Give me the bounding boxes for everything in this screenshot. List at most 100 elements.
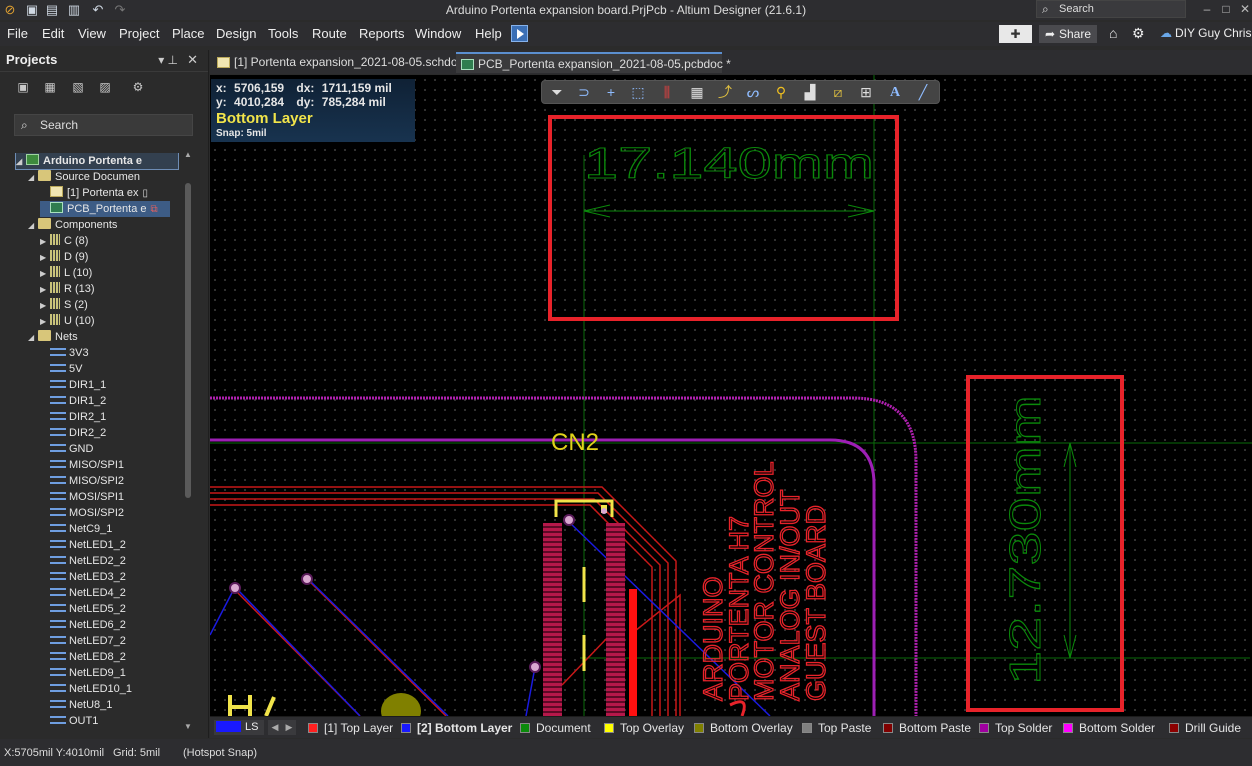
run-script-icon[interactable] [511, 25, 528, 42]
tree-item[interactable]: NetC9_1 [40, 521, 112, 537]
tree-item[interactable]: DIR1_2 [40, 393, 106, 409]
collapsed-arrow-icon[interactable]: ▶ [40, 298, 50, 314]
tree-item[interactable]: MOSI/SPI2 [40, 505, 124, 521]
polygon-icon[interactable]: ▟ [799, 83, 821, 102]
expanded-arrow-icon[interactable]: ◢ [28, 218, 38, 234]
copy-icon[interactable]: ▦ [42, 80, 58, 94]
maximize-button[interactable]: □ [1219, 2, 1233, 16]
pcb-canvas[interactable]: 17.140mm 12.730mm CN2 ARDUINO PORTENTA H… [210, 75, 1252, 716]
layer-tab[interactable]: Bottom Solder [1063, 720, 1155, 736]
layer-prev-icon[interactable]: ◀ [268, 720, 282, 735]
tree-item[interactable]: MISO/SPI1 [40, 457, 124, 473]
collapsed-arrow-icon[interactable]: ▶ [40, 266, 50, 282]
tree-item[interactable]: NetLED9_1 [40, 665, 126, 681]
tree-item[interactable]: NetLED10_1 [40, 681, 132, 697]
collapsed-arrow-icon[interactable]: ▶ [40, 314, 50, 330]
tree-item[interactable]: ▶ R (13) [40, 281, 95, 297]
tree-item[interactable]: MISO/SPI2 [40, 473, 124, 489]
menu-reports[interactable]: Reports [359, 26, 405, 41]
tree-item[interactable]: NetU8_1 [40, 697, 112, 713]
tree-item[interactable]: [1] Portenta ex ▯ [40, 185, 148, 201]
tree-item[interactable]: NetLED6_2 [40, 617, 126, 633]
menu-project[interactable]: Project [119, 26, 159, 41]
menu-design[interactable]: Design [216, 26, 256, 41]
dimension-icon[interactable]: ⊞ [855, 83, 877, 102]
menu-edit[interactable]: Edit [42, 26, 64, 41]
menu-route[interactable]: Route [312, 26, 347, 41]
tree-item[interactable]: GND [40, 441, 93, 457]
layer-tab[interactable]: Drill Guide [1169, 720, 1241, 736]
home-icon[interactable]: ⌂ [1109, 25, 1117, 41]
save-project-icon[interactable]: ▣ [15, 80, 31, 94]
panel-close-icon[interactable]: ✕ [187, 50, 198, 70]
project-tree-scrollbar[interactable]: ▲ ▼ [184, 150, 192, 731]
gear-icon[interactable]: ⚙ [1132, 25, 1145, 42]
collapsed-arrow-icon[interactable]: ▶ [40, 234, 50, 250]
line-icon[interactable]: ╱ [912, 83, 934, 102]
layer-set-button[interactable]: LS [214, 720, 264, 735]
tree-item[interactable]: 3V3 [40, 345, 89, 361]
scroll-up-icon[interactable]: ▲ [184, 150, 192, 159]
comment-button[interactable]: ✚ [999, 25, 1032, 43]
tree-item[interactable]: ◢ Nets [28, 329, 78, 345]
menu-file[interactable]: File [7, 26, 28, 41]
tree-item[interactable]: PCB_Portenta e ⧉ [40, 201, 170, 217]
tree-item[interactable]: 5V [40, 361, 82, 377]
select-connected-icon[interactable]: ⊃ [573, 83, 595, 102]
text-icon[interactable]: A [884, 83, 906, 102]
expanded-arrow-icon[interactable]: ◢ [16, 154, 26, 170]
expanded-arrow-icon[interactable]: ◢ [28, 330, 38, 346]
layer-next-icon[interactable]: ▶ [282, 720, 296, 735]
layer-tab[interactable]: Top Paste [802, 720, 871, 736]
layer-tab[interactable]: [2] Bottom Layer [401, 720, 512, 736]
tree-item[interactable]: OUT1 [40, 713, 98, 728]
tree-item[interactable]: DIR1_1 [40, 377, 106, 393]
share-button[interactable]: ➦ Share [1039, 25, 1097, 43]
close-window-button[interactable]: ✕ [1238, 2, 1252, 16]
tree-item[interactable]: ▶ S (2) [40, 297, 88, 313]
layer-tab[interactable]: [1] Top Layer [308, 720, 393, 736]
collapsed-arrow-icon[interactable]: ▶ [40, 282, 50, 298]
tab-pcbdoc[interactable]: PCB_Portenta expansion_2021-08-05.pcbdoc… [456, 52, 731, 73]
filter-icon[interactable]: ⏷ [546, 83, 568, 102]
tree-item[interactable]: ◢ Arduino Portenta e [15, 153, 179, 170]
layer-tab[interactable]: Top Solder [979, 720, 1052, 736]
layer-tab[interactable]: Bottom Overlay [694, 720, 793, 736]
scroll-thumb[interactable] [185, 183, 191, 498]
diff-pair-icon[interactable]: ᔕ [742, 83, 764, 102]
tree-item[interactable]: ▶ U (10) [40, 313, 95, 329]
select-area-icon[interactable]: ⬚ [627, 83, 649, 102]
tree-item[interactable]: NetLED5_2 [40, 601, 126, 617]
menu-help[interactable]: Help [475, 26, 502, 41]
layer-tab[interactable]: Bottom Paste [883, 720, 971, 736]
scroll-down-icon[interactable]: ▼ [184, 722, 192, 731]
tree-item[interactable]: NetLED8_2 [40, 649, 126, 665]
panel-pin-icon[interactable]: ▾ ⊥ [158, 50, 178, 70]
tree-item[interactable]: NetLED1_2 [40, 537, 126, 553]
via-icon[interactable]: ⚲ [770, 83, 792, 102]
tree-item[interactable]: ▶ C (8) [40, 233, 88, 249]
collapsed-arrow-icon[interactable]: ▶ [40, 250, 50, 266]
menu-place[interactable]: Place [172, 26, 205, 41]
tree-item[interactable]: NetLED7_2 [40, 633, 126, 649]
route-icon[interactable]: ⤴ [714, 83, 736, 102]
component-icon[interactable]: ▦ [686, 83, 708, 102]
tree-item[interactable]: ◢ Source Documen [28, 169, 140, 185]
open-folder-icon[interactable]: ▧ [70, 80, 86, 94]
expanded-arrow-icon[interactable]: ◢ [28, 170, 38, 186]
tree-item[interactable]: ▶ D (9) [40, 249, 88, 265]
crosshair-icon[interactable]: + [600, 83, 622, 102]
user-account-button[interactable]: ☁ DIY Guy Chris [1160, 26, 1251, 40]
minimize-button[interactable]: – [1200, 2, 1214, 16]
menu-view[interactable]: View [78, 26, 106, 41]
tree-item[interactable]: ▶ L (10) [40, 265, 92, 281]
layer-tab[interactable]: Top Overlay [604, 720, 684, 736]
tree-item[interactable]: NetLED2_2 [40, 553, 126, 569]
tree-item[interactable]: ◢ Components [28, 217, 117, 233]
tab-schdoc[interactable]: [1] Portenta expansion_2021-08-05.schdoc [212, 52, 464, 73]
menu-window[interactable]: Window [415, 26, 461, 41]
tree-item[interactable]: DIR2_1 [40, 409, 106, 425]
global-search-input[interactable]: ⌕ Search [1036, 0, 1186, 18]
tree-item[interactable]: NetLED3_2 [40, 569, 126, 585]
keepout-icon[interactable]: ⧄ [827, 83, 849, 102]
